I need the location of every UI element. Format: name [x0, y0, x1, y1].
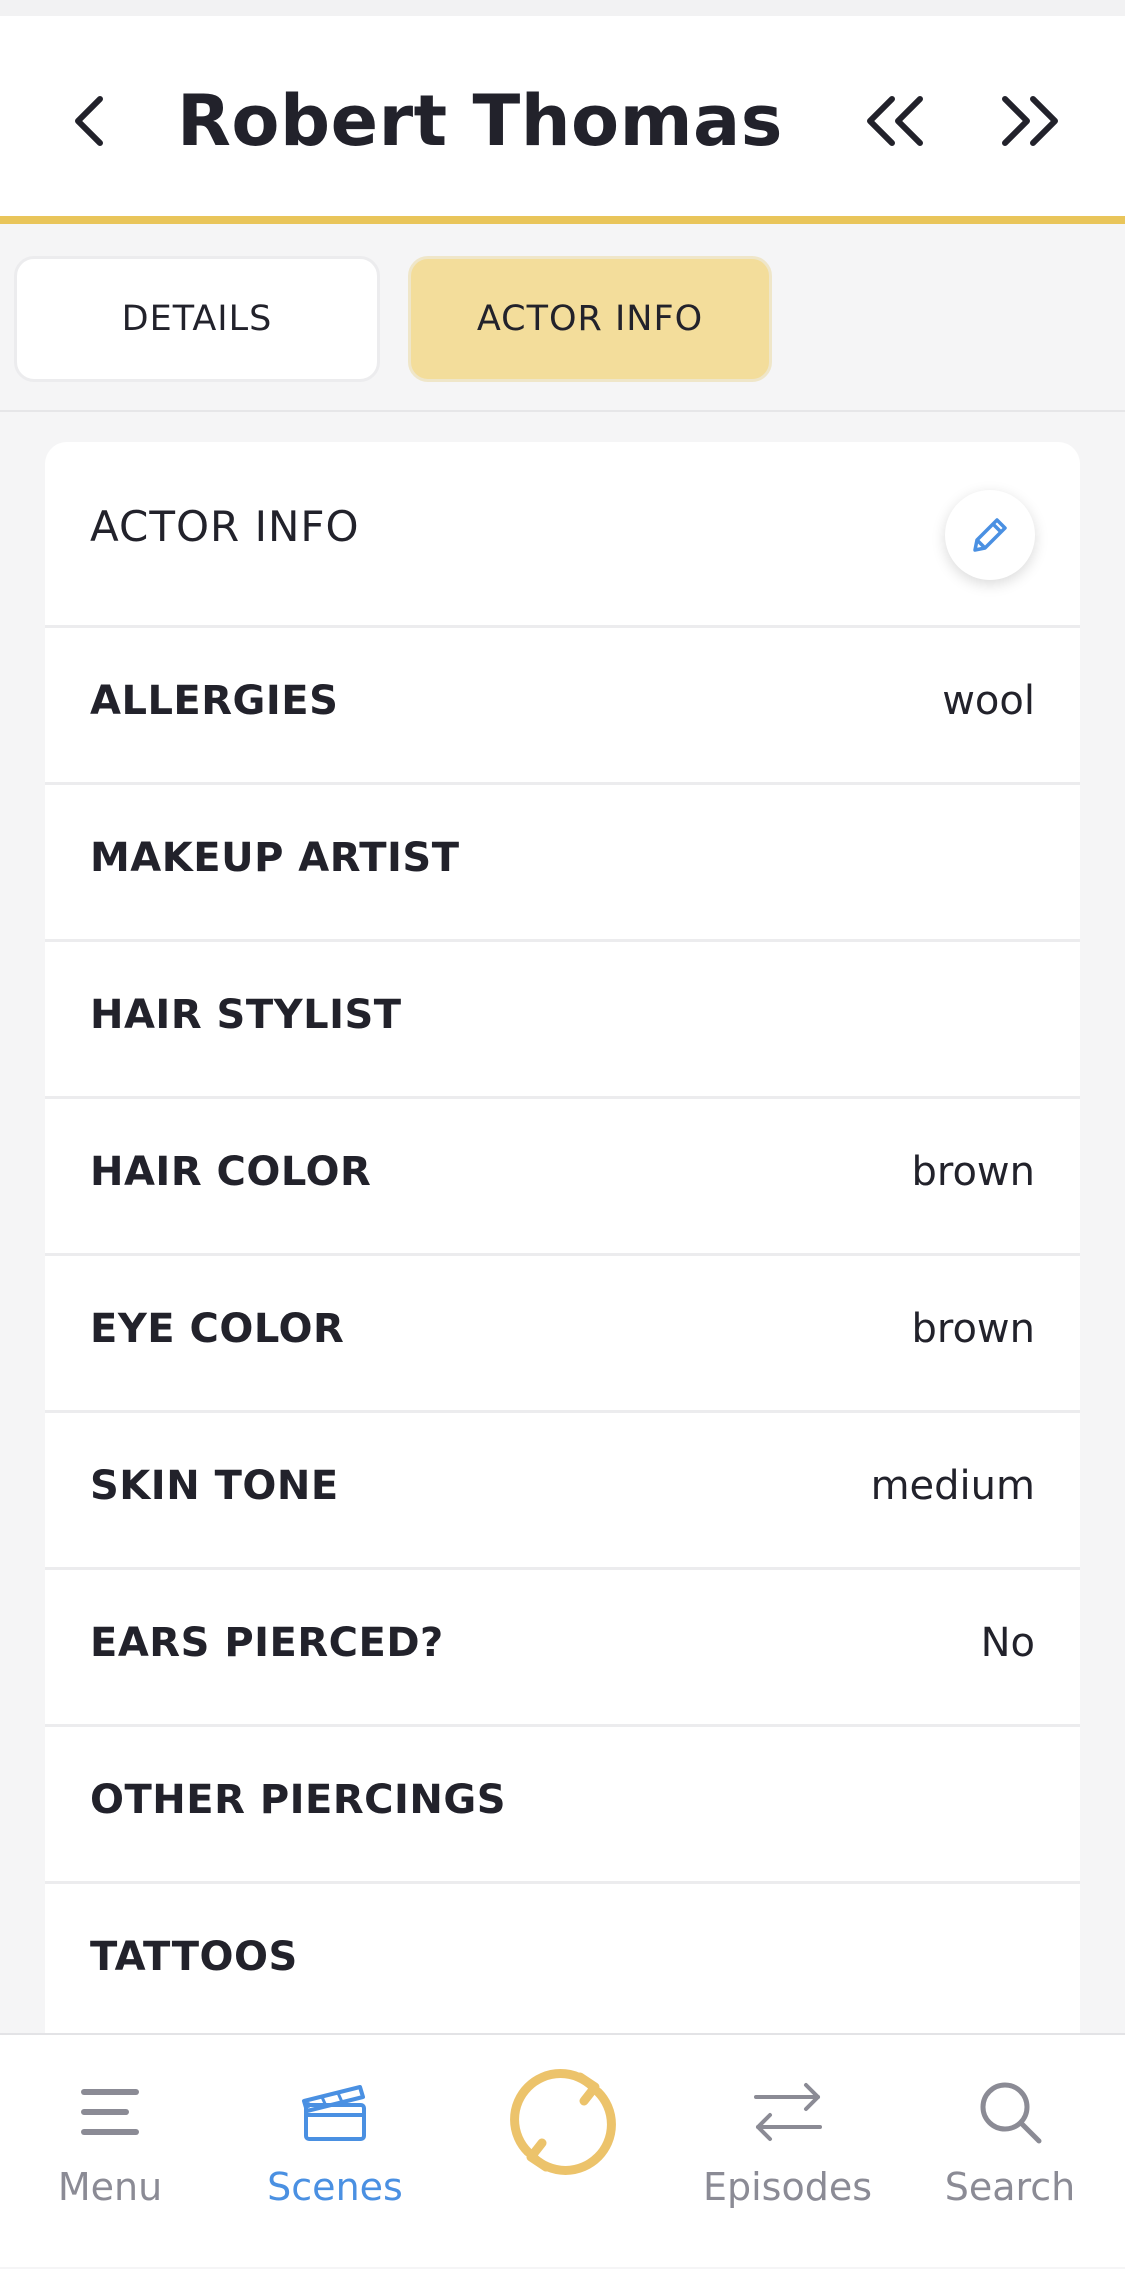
field-label: HAIR COLOR	[90, 1149, 372, 1195]
field-row-hair-stylist: HAIR STYLIST	[45, 942, 1080, 1099]
swap-arrows-icon	[750, 2067, 826, 2157]
clapperboard-icon	[300, 2067, 370, 2157]
field-value: medium	[870, 1463, 1035, 1509]
field-label: SKIN TONE	[90, 1463, 339, 1509]
nav-menu[interactable]: Menu	[30, 2035, 190, 2269]
tab-details[interactable]: DETAILS	[14, 256, 380, 382]
field-label: OTHER PIERCINGS	[90, 1777, 506, 1823]
field-row-tattoos: TATTOOS	[45, 1884, 1080, 2041]
chevrons-right-icon	[1002, 96, 1058, 146]
back-button[interactable]	[60, 86, 120, 156]
field-label: MAKEUP ARTIST	[90, 835, 460, 881]
field-row-hair-color: HAIR COLOR brown	[45, 1099, 1080, 1256]
field-label: TATTOOS	[90, 1934, 298, 1980]
field-label: EARS PIERCED?	[90, 1620, 444, 1666]
field-row-allergies: ALLERGIES wool	[45, 628, 1080, 785]
field-row-eye-color: EYE COLOR brown	[45, 1256, 1080, 1413]
previous-button[interactable]	[855, 86, 935, 156]
bottom-nav: Menu Scenes Episodes Search	[0, 2033, 1125, 2267]
header: Robert Thomas	[0, 16, 1125, 224]
nav-label: Menu	[57, 2165, 163, 2209]
next-button[interactable]	[990, 86, 1070, 156]
nav-episodes[interactable]: Episodes	[690, 2035, 885, 2269]
chevron-left-icon	[75, 96, 103, 146]
card-header: ACTOR INFO	[45, 442, 1080, 628]
nav-label: Scenes	[267, 2165, 403, 2209]
menu-icon	[78, 2067, 142, 2157]
field-label: EYE COLOR	[90, 1306, 345, 1352]
tab-bar: DETAILS ACTOR INFO	[0, 232, 1125, 412]
edit-button[interactable]	[945, 490, 1035, 580]
field-row-ears-pierced: EARS PIERCED? No	[45, 1570, 1080, 1727]
field-row-other-piercings: OTHER PIERCINGS	[45, 1727, 1080, 1884]
field-value: No	[980, 1620, 1035, 1666]
nav-label: Episodes	[702, 2165, 873, 2209]
field-row-skin-tone: SKIN TONE medium	[45, 1413, 1080, 1570]
nav-search[interactable]: Search	[930, 2035, 1090, 2269]
field-label: HAIR STYLIST	[90, 992, 402, 1038]
pencil-icon	[973, 518, 1007, 552]
field-value: brown	[911, 1306, 1036, 1352]
nav-scenes[interactable]: Scenes	[255, 2035, 415, 2269]
field-row-makeup-artist: MAKEUP ARTIST	[45, 785, 1080, 942]
field-value: wool	[942, 678, 1035, 724]
tab-actor-info[interactable]: ACTOR INFO	[408, 256, 772, 382]
sync-icon	[498, 2057, 628, 2187]
card-title: ACTOR INFO	[90, 502, 360, 551]
search-icon	[975, 2067, 1045, 2157]
field-value: brown	[911, 1149, 1036, 1195]
actor-info-card: ACTOR INFO ALLERGIES wool MAKEUP ARTIST …	[45, 442, 1080, 2042]
nav-label: Search	[944, 2165, 1076, 2209]
field-label: ALLERGIES	[90, 678, 339, 724]
sync-button[interactable]	[480, 2035, 645, 2269]
status-bar	[0, 0, 1125, 16]
page-title: Robert Thomas	[177, 80, 783, 162]
chevrons-left-icon	[867, 96, 923, 146]
